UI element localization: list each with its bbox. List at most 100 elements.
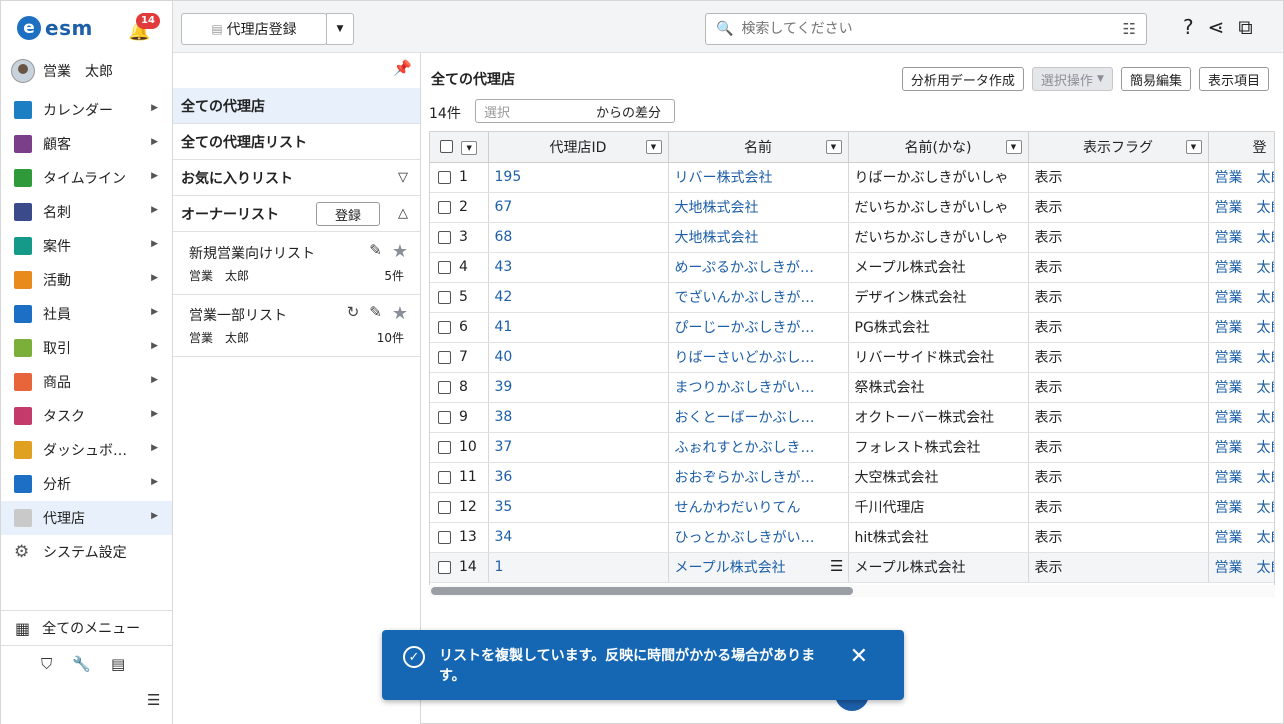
- sidebar-item[interactable]: 案件 ▶: [1, 229, 172, 263]
- table-row[interactable]: 7 40 りばーさいどかぶし… リバーサイド株式会社表示営業 太郎: [430, 342, 1275, 373]
- list-card[interactable]: 営業一部リスト ↻ ✎ ★ 営業 太郎 10件: [173, 295, 420, 357]
- list-favorites[interactable]: お気に入りリスト ▽: [173, 160, 420, 196]
- table-row[interactable]: 141メープル株式会社☰メープル株式会社表示営業 太郎: [430, 552, 1275, 583]
- agency-name-link[interactable]: ひっとかぶしきがい…: [675, 530, 815, 546]
- pin-icon[interactable]: 📌: [393, 59, 412, 77]
- user-profile[interactable]: 営業 太郎: [11, 59, 113, 83]
- agency-name-link[interactable]: ふぉれすとかぶしき…: [675, 440, 815, 456]
- row-checkbox[interactable]: [438, 290, 451, 304]
- column-menu-dropdown[interactable]: ▼: [1185, 140, 1202, 154]
- agency-id-link[interactable]: 35: [495, 499, 513, 515]
- column-header[interactable]: 表示フラグ ▼: [1028, 132, 1209, 163]
- agency-id-link[interactable]: 39: [495, 379, 513, 395]
- register-list-button[interactable]: 登録: [316, 202, 380, 226]
- table-row[interactable]: 10 37 ふぉれすとかぶしき… フォレスト株式会社表示営業 太郎: [430, 432, 1274, 463]
- selection-action-button[interactable]: 選択操作 ▼: [1031, 67, 1113, 91]
- register-agency-button[interactable]: ▤ 代理店登録: [181, 13, 327, 45]
- close-icon[interactable]: ✕: [850, 644, 868, 669]
- row-checkbox[interactable]: [438, 470, 451, 484]
- registrant-link[interactable]: 営業 太郎: [1215, 410, 1275, 426]
- table-row[interactable]: 1 195 リバー株式会社 りばーかぶしきがいしゃ表示営業 太郎: [430, 162, 1274, 193]
- sidebar-item[interactable]: ダッシュボ… ▶: [1, 433, 172, 467]
- select-all-checkbox[interactable]: [440, 139, 454, 153]
- sidebar-item[interactable]: ⚙ システム設定: [1, 535, 172, 569]
- sidebar-item[interactable]: 商品 ▶: [1, 365, 172, 399]
- agency-name-link[interactable]: でざいんかぶしきが…: [675, 290, 815, 306]
- agency-id-link[interactable]: 34: [495, 529, 513, 545]
- column-header[interactable]: 代理店ID ▼: [488, 132, 669, 163]
- quick-edit-button[interactable]: 簡易編集: [1120, 67, 1191, 91]
- row-checkbox[interactable]: [438, 560, 451, 574]
- sidebar-item[interactable]: 活動 ▶: [1, 263, 172, 297]
- registrant-link[interactable]: 営業 太郎: [1215, 200, 1275, 216]
- row-checkbox[interactable]: [438, 440, 451, 454]
- export-data-button[interactable]: 分析用データ作成: [901, 67, 1024, 91]
- registrant-link[interactable]: 営業 太郎: [1215, 290, 1275, 306]
- sidebar-item[interactable]: カレンダー ▶: [1, 93, 172, 127]
- table-row[interactable]: 9 38 おくとーばーかぶし… オクトーバー株式会社表示営業 太郎: [430, 402, 1275, 433]
- table-row[interactable]: 5 42 でざいんかぶしきが… デザイン株式会社表示営業 太郎: [430, 282, 1275, 313]
- register-dropdown-button[interactable]: ▼: [326, 13, 354, 45]
- search-input[interactable]: [741, 21, 1132, 37]
- sidebar-item[interactable]: 顧客 ▶: [1, 127, 172, 161]
- agency-id-link[interactable]: 195: [495, 169, 522, 185]
- filter-settings-icon[interactable]: ☷: [1123, 20, 1136, 38]
- agency-id-link[interactable]: 37: [495, 439, 513, 455]
- agency-name-link[interactable]: 大地株式会社: [675, 200, 759, 216]
- edit-icon[interactable]: ✎: [369, 241, 382, 262]
- row-checkbox[interactable]: [438, 410, 451, 424]
- diff-select[interactable]: 選択 からの差分: [475, 99, 675, 123]
- registrant-link[interactable]: 営業 太郎: [1215, 320, 1275, 336]
- registrant-link[interactable]: 営業 太郎: [1215, 530, 1275, 546]
- table-row[interactable]: 3 68 大地株式会社 だいちかぶしきがいしゃ表示営業 太郎: [430, 222, 1274, 253]
- agency-name-link[interactable]: りばーさいどかぶし…: [675, 350, 815, 366]
- refresh-icon[interactable]: ↻: [347, 303, 360, 324]
- agency-name-link[interactable]: リバー株式会社: [675, 170, 773, 186]
- star-icon[interactable]: ★: [392, 241, 408, 262]
- sidebar-item[interactable]: 分析 ▶: [1, 467, 172, 501]
- list-all-agency-lists[interactable]: 全ての代理店リスト: [173, 124, 420, 160]
- registrant-link[interactable]: 営業 太郎: [1215, 350, 1275, 366]
- agency-id-link[interactable]: 43: [495, 259, 513, 275]
- agency-name-link[interactable]: おおぞらかぶしきが…: [675, 470, 815, 486]
- agency-name-link[interactable]: めーぷるかぶしきが…: [675, 260, 814, 276]
- table-row[interactable]: 13 34 ひっとかぶしきがい… hit株式会社表示営業 太郎: [430, 522, 1275, 553]
- row-checkbox[interactable]: [438, 170, 451, 184]
- scrollbar-thumb[interactable]: [431, 587, 853, 595]
- row-checkbox[interactable]: [438, 350, 451, 364]
- table-row[interactable]: 4 43 めーぷるかぶしきが… メープル株式会社表示営業 太郎: [430, 252, 1274, 283]
- agency-id-link[interactable]: 68: [495, 229, 513, 245]
- agency-id-link[interactable]: 38: [495, 409, 513, 425]
- select-menu-dropdown[interactable]: ▼: [461, 141, 478, 156]
- agency-name-link[interactable]: まつりかぶしきがい…: [675, 380, 815, 396]
- list-card[interactable]: 新規営業向けリスト ✎ ★ 営業 太郎 5件: [173, 233, 420, 295]
- edit-icon[interactable]: ✎: [369, 303, 382, 324]
- table-row[interactable]: 8 39 まつりかぶしきがい… 祭株式会社表示営業 太郎: [430, 372, 1275, 403]
- agency-id-link[interactable]: 41: [495, 319, 513, 335]
- share-icon[interactable]: ⋖: [1208, 15, 1225, 39]
- list-all-agencies[interactable]: 全ての代理店: [173, 88, 420, 124]
- collapse-sidebar-icon[interactable]: ☰: [147, 691, 160, 709]
- agency-id-link[interactable]: 42: [495, 289, 513, 305]
- table-row[interactable]: 6 41 ぴーじーかぶしきが… PG株式会社表示営業 太郎: [430, 312, 1275, 343]
- agency-name-link[interactable]: 大地株式会社: [675, 230, 759, 246]
- logo[interactable]: e esm: [17, 13, 93, 43]
- table-row[interactable]: 11 36 おおぞらかぶしきが… 大空株式会社表示営業 太郎: [430, 462, 1275, 493]
- registrant-link[interactable]: 営業 太郎: [1215, 500, 1275, 516]
- open-external-icon[interactable]: ⧉: [1238, 15, 1252, 39]
- registrant-link[interactable]: 営業 太郎: [1215, 560, 1275, 576]
- agency-name-link[interactable]: せんかわだいりてん: [675, 500, 801, 516]
- all-menu-button[interactable]: ▦ 全てのメニュー: [1, 610, 172, 646]
- sidebar-item[interactable]: 代理店 ▶: [1, 501, 172, 535]
- registrant-link[interactable]: 営業 太郎: [1215, 470, 1275, 486]
- column-menu-dropdown[interactable]: ▼: [645, 140, 662, 154]
- row-checkbox[interactable]: [438, 530, 451, 544]
- agency-name-link[interactable]: メープル株式会社: [675, 560, 786, 576]
- sidebar-item[interactable]: タスク ▶: [1, 399, 172, 433]
- sidebar-item[interactable]: 社員 ▶: [1, 297, 172, 331]
- agency-id-link[interactable]: 1: [495, 559, 504, 575]
- agency-name-link[interactable]: ぴーじーかぶしきが…: [675, 320, 815, 336]
- registrant-link[interactable]: 営業 太郎: [1215, 380, 1275, 396]
- sidebar-item[interactable]: 取引 ▶: [1, 331, 172, 365]
- sidebar-item[interactable]: タイムライン ▶: [1, 161, 172, 195]
